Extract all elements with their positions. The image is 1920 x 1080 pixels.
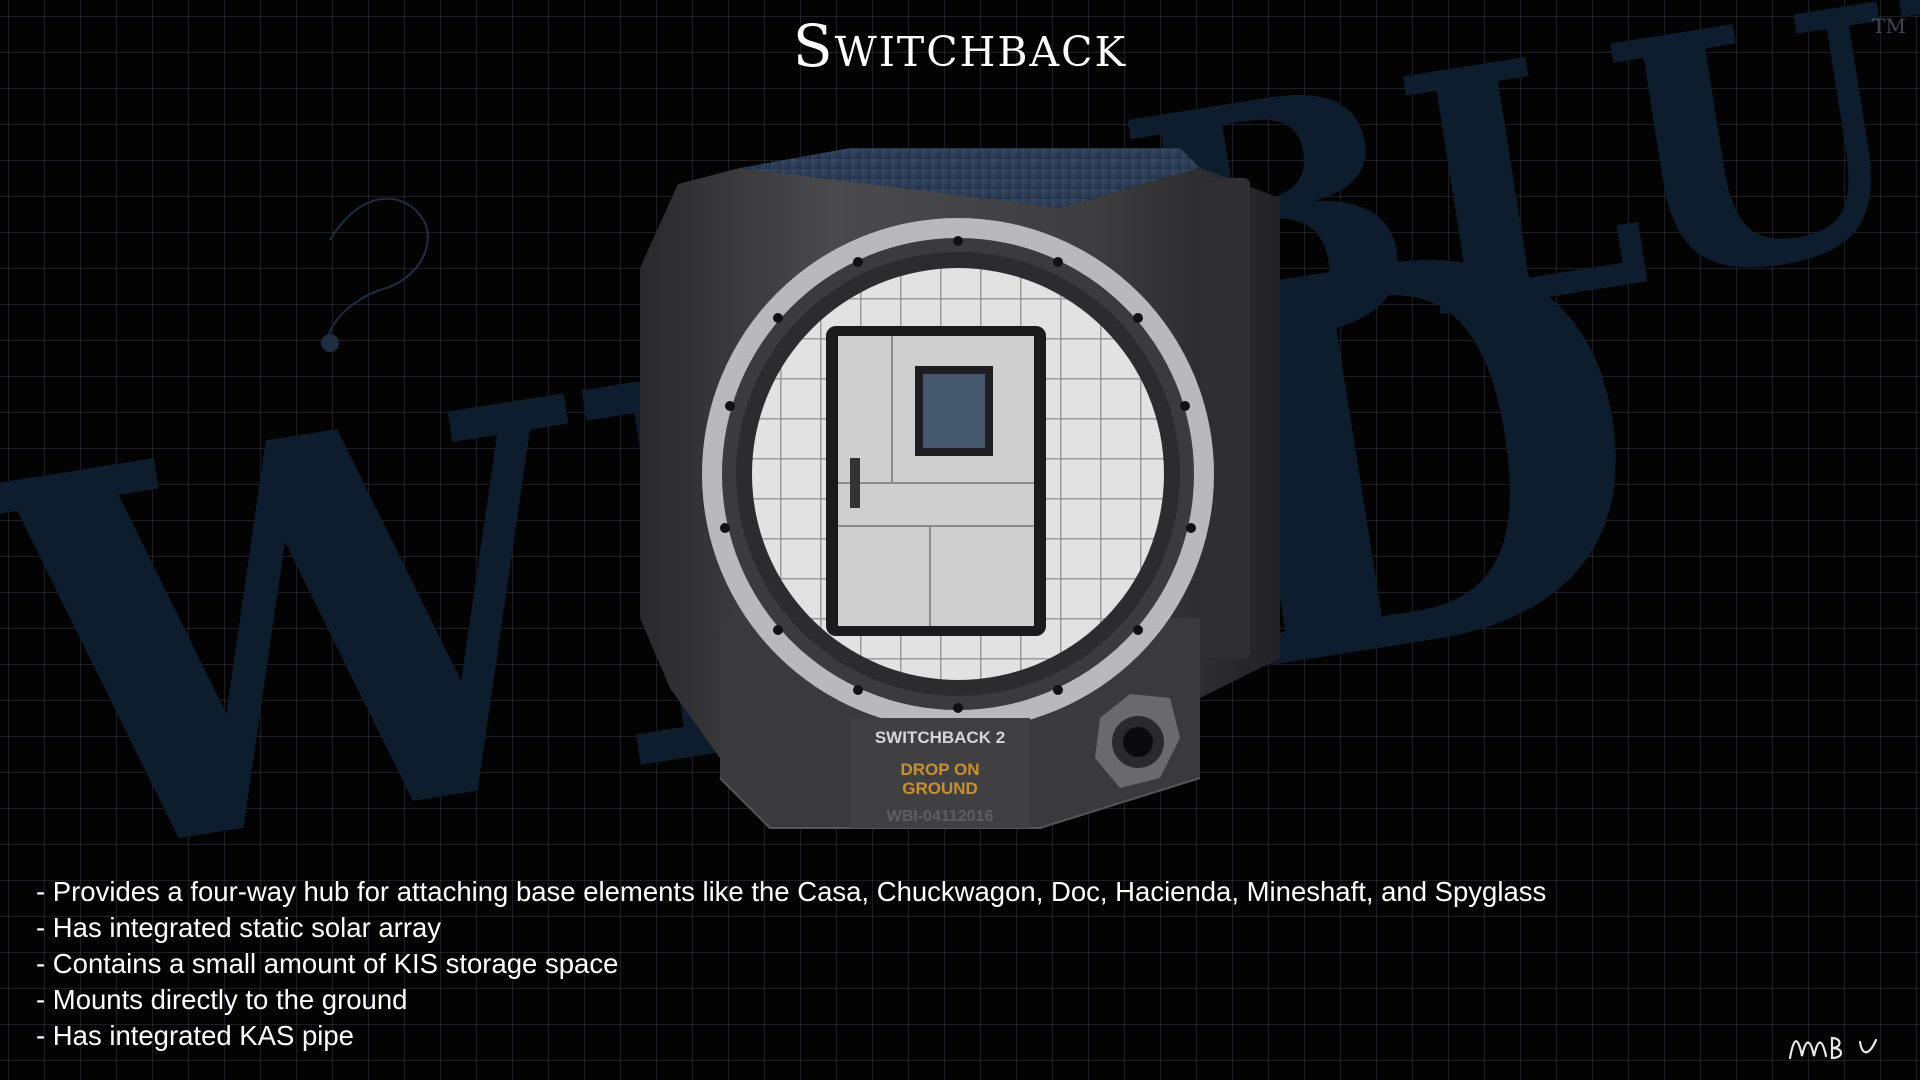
feature-item: - Has integrated KAS pipe: [36, 1020, 354, 1051]
feature-item: - Has integrated static solar array: [36, 912, 442, 943]
hatch-door: [826, 326, 1046, 636]
page-title: Switchback: [792, 12, 1128, 80]
module-label-name: SWITCHBACK 2: [875, 728, 1005, 747]
watermark-figure: [321, 197, 429, 352]
feature-item: - Contains a small amount of KIS storage…: [36, 948, 619, 979]
switchback-module-render: SWITCHBACK 2 DROP ON GROUND WBI-04112016: [640, 148, 1280, 829]
feature-item: - Provides a four-way hub for attaching …: [36, 876, 1547, 907]
module-label-instruction-2: GROUND: [902, 779, 978, 798]
author-signature: [1788, 1036, 1878, 1060]
trademark-mark: TM: [1872, 14, 1906, 38]
feature-item: - Mounts directly to the ground: [36, 984, 408, 1015]
feature-list: - Provides a four-way hub for attaching …: [36, 874, 1546, 1054]
module-label-instruction-1: DROP ON: [900, 760, 979, 779]
module-label-serial: WBI-04112016: [887, 808, 994, 825]
